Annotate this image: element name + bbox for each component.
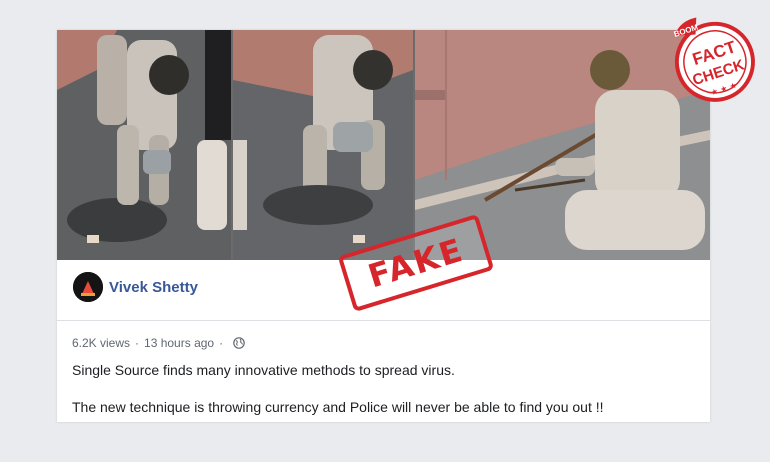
video-thumbnail-collage[interactable] <box>57 30 710 260</box>
post-text-line-2: The new technique is throwing currency a… <box>72 399 604 415</box>
globe-icon[interactable] <box>233 337 245 349</box>
author-name-link[interactable]: Vivek Shetty <box>109 279 198 296</box>
view-count: 6.2K views <box>72 336 131 350</box>
video-frame-2 <box>233 30 413 260</box>
post-meta: 6.2K views · 13 hours ago · <box>72 336 245 350</box>
meta-separator-2: · <box>219 336 224 350</box>
post-text-line-1: Single Source finds many innovative meth… <box>72 362 455 378</box>
meta-separator: · <box>135 336 140 350</box>
post-timestamp[interactable]: 13 hours ago <box>144 336 214 350</box>
facebook-post-card: Vivek Shetty 6.2K views · 13 hours ago ·… <box>57 30 710 422</box>
avatar[interactable] <box>73 272 103 302</box>
fact-check-badge: BOOM FACT CHECK ★ ★ ★ <box>664 4 764 114</box>
video-frame-1 <box>57 30 231 260</box>
